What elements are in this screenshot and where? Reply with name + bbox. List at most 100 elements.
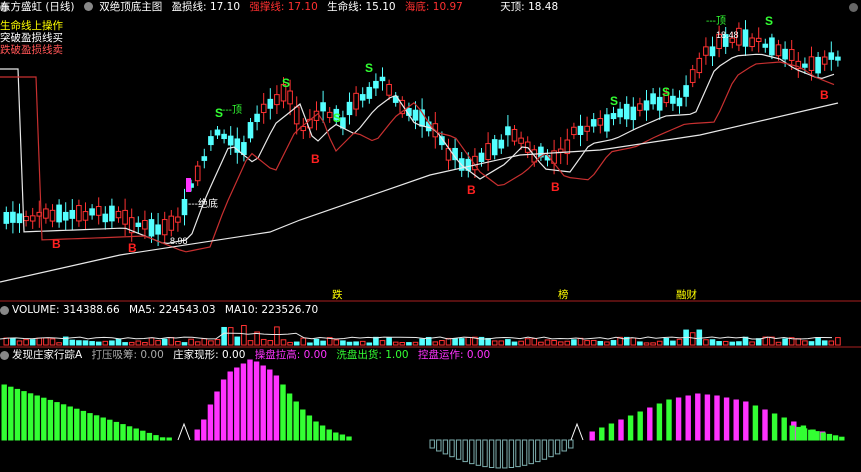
volume-bar: [815, 337, 821, 346]
indicator-bar: [267, 369, 273, 441]
candle: [518, 137, 524, 144]
volume-bar: [551, 339, 557, 346]
param-life-line: 生命线: 15.10: [327, 1, 396, 13]
volume-bar: [670, 340, 676, 346]
volume-bar: [703, 339, 709, 346]
volume-settings-icon[interactable]: [0, 306, 9, 315]
indicator-bar: [300, 409, 306, 441]
b-marker: B: [128, 241, 137, 255]
candle: [821, 56, 828, 65]
volume-bar: [696, 329, 703, 346]
volume-bar: [36, 337, 43, 346]
volume-bar: [102, 340, 109, 346]
volume-bar: [709, 339, 716, 346]
kline-chart[interactable]: SSSSSSSB BBB BB---顶---顶---绝底8.9818.48: [0, 0, 861, 472]
volume-bar: [23, 339, 29, 346]
s-marker: S: [662, 85, 670, 99]
indicator-bar: [260, 365, 266, 441]
candle: [808, 56, 815, 71]
candle: [769, 37, 775, 56]
indicator-bar: [113, 421, 120, 441]
volume-bar: [399, 342, 406, 346]
indicator-bar-negative: [535, 439, 541, 463]
indicator-bar: [47, 399, 54, 441]
indicator-title[interactable]: 发现庄家行踪A: [12, 349, 82, 361]
volume-bar: [458, 338, 465, 346]
candle: [498, 139, 505, 149]
volume-bar: [313, 338, 320, 346]
indicator-bar: [326, 429, 332, 441]
candle: [168, 215, 175, 231]
volume-bar: [175, 341, 181, 346]
volume-bar: [155, 340, 161, 346]
volume-bar: [260, 338, 267, 346]
s-marker: S: [610, 94, 618, 108]
candle: [214, 129, 221, 136]
volume-bar: [115, 338, 122, 346]
indicator-bar-negative: [568, 439, 574, 449]
b-marker: B: [52, 237, 61, 251]
candle: [755, 37, 762, 43]
volume-bar: [749, 341, 755, 346]
volume-bar: [452, 338, 458, 346]
indicator-bar: [67, 406, 73, 441]
volume-bar: [590, 339, 597, 346]
volume-bar: [214, 339, 221, 346]
indicator-bar: [240, 363, 247, 441]
indicator-bar: [704, 394, 711, 441]
candle: [227, 135, 234, 146]
indicator-panel-settings-icon[interactable]: [0, 351, 9, 360]
b-marker: B: [551, 180, 560, 194]
indicator-bar-negative: [469, 439, 475, 465]
indicator-bar-negative: [462, 439, 468, 463]
candle: [89, 208, 95, 216]
candle: [683, 85, 689, 97]
indicator-bar: [293, 401, 299, 441]
volume-bar: [689, 332, 696, 346]
volume-bar: [557, 341, 564, 346]
indicator-name[interactable]: 双绝顶底主图: [99, 1, 162, 13]
indicator-bar: [273, 375, 280, 441]
volume-bar: [148, 337, 155, 346]
candle: [557, 148, 564, 153]
indicator-bar-negative: [429, 439, 435, 449]
candle: [630, 106, 637, 121]
indicator-bar: [34, 395, 40, 441]
candle: [742, 29, 749, 47]
indicator-bar: [107, 419, 113, 441]
candle: [511, 128, 518, 142]
indicator-bar: [27, 393, 34, 441]
indicator-settings-icon[interactable]: [83, 2, 93, 11]
candle: [320, 102, 326, 112]
volume-bar: [531, 338, 538, 346]
stock-name[interactable]: 东方盛虹 (日线): [0, 1, 75, 13]
indicator-bar: [762, 409, 768, 441]
volume-bar: [181, 342, 188, 346]
volume-bar: [716, 341, 722, 346]
volume-bar: [775, 341, 782, 346]
close-icon[interactable]: [849, 3, 858, 12]
indicator-bar: [234, 367, 240, 441]
bottom-label-1: 榜: [558, 289, 569, 301]
candle: [386, 83, 392, 96]
volume-bar: [69, 339, 76, 346]
volume-bar: [43, 337, 49, 346]
indicator-bar: [87, 413, 93, 441]
volume-bar: [320, 340, 326, 346]
ind-control: 控盘运作: 0.00: [417, 349, 491, 361]
volume-bar: [544, 339, 551, 346]
volume-bar: [161, 338, 168, 346]
volume-bar: [676, 338, 683, 346]
candle: [491, 139, 498, 156]
candle: [247, 122, 254, 139]
indicator-bar: [306, 415, 313, 441]
indicator-bar: [21, 391, 27, 441]
volume-bar: [755, 338, 762, 346]
volume-bar: [722, 340, 729, 346]
candle: [617, 108, 623, 118]
volume-bar: [109, 340, 115, 346]
volume-bar: [524, 338, 531, 346]
indicator-bar-negative: [508, 439, 515, 468]
volume-ma5: MA5: 224543.03: [128, 304, 216, 316]
candle: [29, 215, 36, 222]
